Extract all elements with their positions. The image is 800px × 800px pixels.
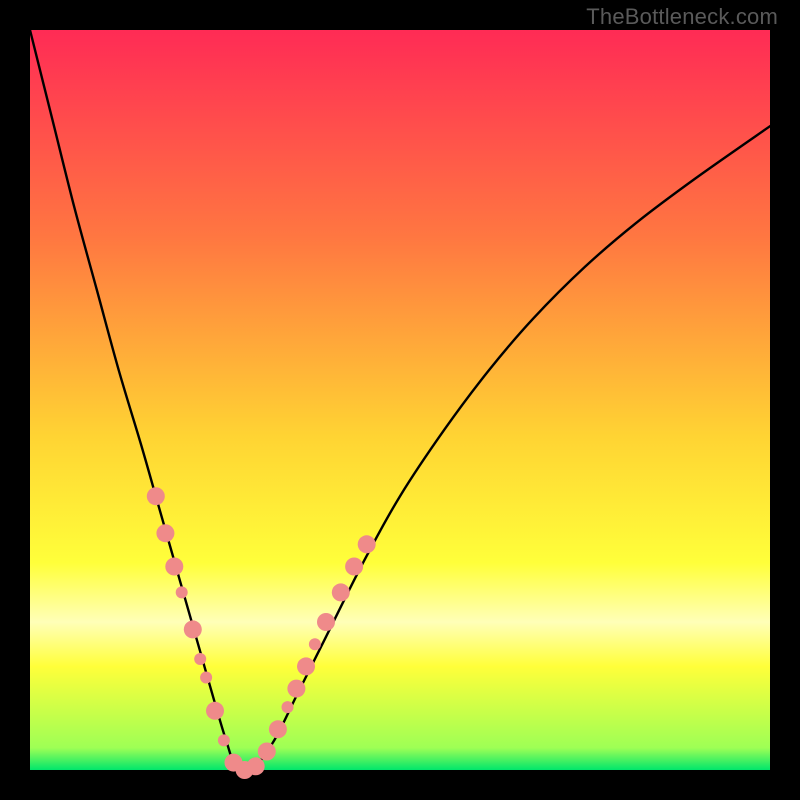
curve-marker: [147, 487, 165, 505]
curve-marker: [184, 620, 202, 638]
bottleneck-curve-path: [30, 30, 770, 774]
curve-marker: [165, 558, 183, 576]
curve-marker: [332, 583, 350, 601]
curve-marker: [358, 535, 376, 553]
curve-marker: [345, 558, 363, 576]
curve-marker: [269, 720, 287, 738]
watermark-text: TheBottleneck.com: [586, 4, 778, 30]
curve-marker: [317, 613, 335, 631]
curve-marker: [218, 734, 230, 746]
plot-area: [30, 30, 770, 770]
curve-marker: [258, 743, 276, 761]
marker-group: [147, 487, 376, 779]
chart-frame: TheBottleneck.com: [0, 0, 800, 800]
curve-marker: [247, 757, 265, 775]
curve-marker: [297, 657, 315, 675]
curve-marker: [200, 672, 212, 684]
curve-marker: [156, 524, 174, 542]
curve-marker: [206, 702, 224, 720]
curve-marker: [194, 653, 206, 665]
curve-marker: [309, 638, 321, 650]
curve-svg: [30, 30, 770, 770]
curve-marker: [287, 680, 305, 698]
curve-marker: [282, 701, 294, 713]
curve-marker: [176, 586, 188, 598]
